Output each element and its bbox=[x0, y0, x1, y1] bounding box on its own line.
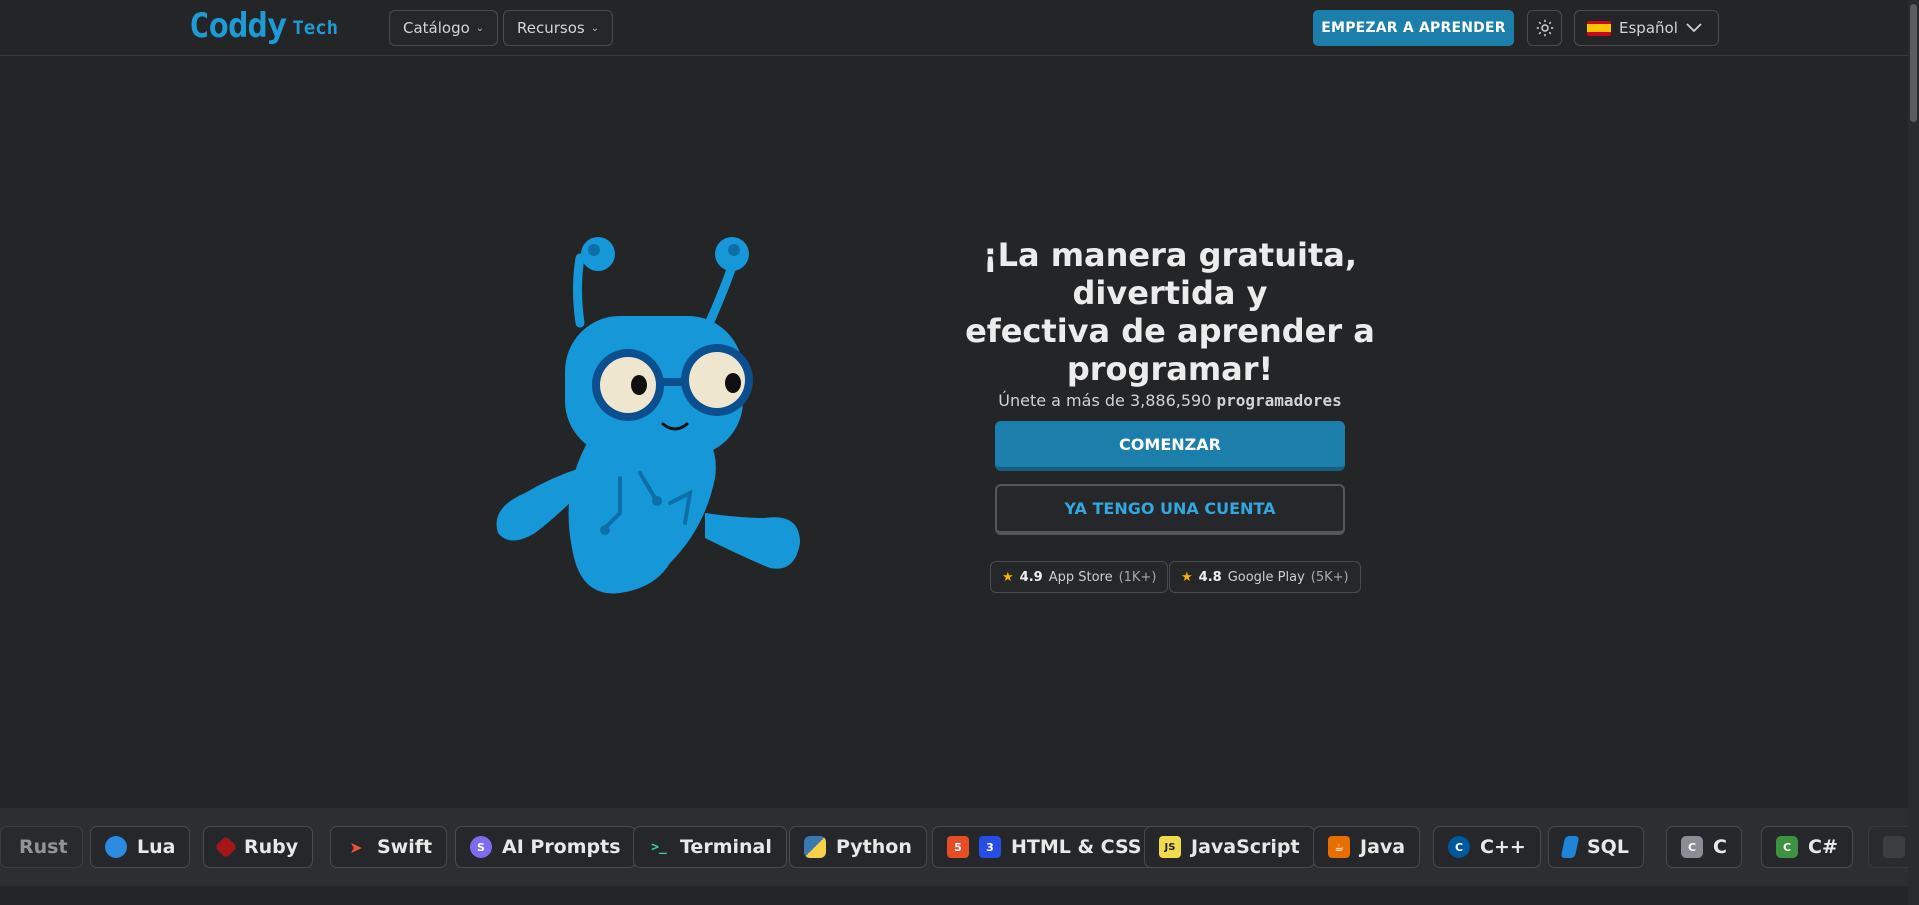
html5-icon: 5 bbox=[947, 836, 969, 858]
spain-flag-icon bbox=[1587, 20, 1611, 36]
page-scrollbar[interactable] bbox=[1908, 0, 1919, 905]
language-chip-terminal[interactable]: >_ Terminal bbox=[633, 826, 787, 868]
logo-sub-text: Tech bbox=[292, 17, 339, 39]
lua-icon bbox=[105, 836, 127, 858]
hero-title: ¡La manera gratuita, divertida y efectiv… bbox=[920, 236, 1420, 388]
language-chip-rust[interactable]: Rust bbox=[0, 826, 83, 868]
hero-title-line: programar! bbox=[1066, 350, 1274, 388]
python-icon bbox=[804, 836, 826, 858]
join-count: 3,886,590 bbox=[1129, 391, 1212, 410]
csharp-icon: C bbox=[1776, 836, 1798, 858]
star-icon: ★ bbox=[1002, 569, 1014, 585]
sql-icon bbox=[1560, 836, 1580, 858]
catalog-dropdown[interactable]: Catálogo ⌄ bbox=[389, 10, 499, 46]
language-chip-csharp[interactable]: C C# bbox=[1761, 826, 1853, 868]
join-counter-text: Únete a más de 3,886,590 programadores bbox=[920, 391, 1420, 410]
language-label: Java bbox=[1360, 836, 1406, 858]
java-icon: ☕ bbox=[1328, 836, 1350, 858]
join-suffix: programadores bbox=[1216, 391, 1342, 410]
language-label: HTML & CSS bbox=[1011, 836, 1142, 858]
javascript-icon: JS bbox=[1159, 836, 1181, 858]
language-chip-python[interactable]: Python bbox=[789, 826, 927, 868]
language-label: Lua bbox=[137, 836, 176, 858]
ai-prompts-icon: S bbox=[470, 836, 492, 858]
language-label: Swift bbox=[377, 836, 433, 858]
swift-icon: ➤ bbox=[349, 837, 363, 857]
language-label: C++ bbox=[1480, 836, 1526, 858]
cpp-icon: C bbox=[1448, 836, 1470, 858]
language-chip-c[interactable]: C C bbox=[1666, 826, 1742, 868]
coddy-logo[interactable]: Coddy Tech bbox=[189, 6, 338, 46]
language-label: SQL bbox=[1587, 836, 1629, 858]
catalog-label: Catálogo bbox=[403, 19, 470, 37]
language-chip-partial[interactable] bbox=[1868, 826, 1908, 868]
language-chip-swift[interactable]: ➤ Swift bbox=[330, 826, 448, 868]
scrollbar-thumb[interactable] bbox=[1910, 4, 1917, 122]
top-navbar: Coddy Tech Catálogo ⌄ Recursos ⌄ EMPEZAR… bbox=[0, 0, 1908, 56]
resources-dropdown[interactable]: Recursos ⌄ bbox=[503, 10, 614, 46]
ruby-icon bbox=[214, 835, 238, 859]
rating-score: 4.9 bbox=[1019, 569, 1043, 585]
mascot-illustration bbox=[496, 237, 800, 594]
language-label: C# bbox=[1808, 836, 1838, 858]
language-label: JavaScript bbox=[1191, 836, 1300, 858]
rating-count: (5K+) bbox=[1310, 569, 1349, 585]
language-carousel: Rust Lua Ruby ➤ Swift S AI Prompts >_ Te… bbox=[0, 808, 1908, 886]
language-chip-html-css[interactable]: 5 3 HTML & CSS bbox=[932, 826, 1157, 868]
hero-title-line: efectiva de aprender a bbox=[965, 312, 1375, 350]
language-label: Ruby bbox=[244, 836, 299, 858]
theme-toggle-button[interactable] bbox=[1527, 10, 1562, 46]
language-label: Rust bbox=[19, 836, 68, 858]
language-chip-java[interactable]: ☕ Java bbox=[1313, 826, 1421, 868]
star-icon: ★ bbox=[1181, 569, 1193, 585]
language-chip-ai-prompts[interactable]: S AI Prompts bbox=[455, 826, 636, 868]
language-chip-javascript[interactable]: JS JavaScript bbox=[1144, 826, 1315, 868]
chevron-down-icon: ⌄ bbox=[475, 22, 485, 34]
language-label: Terminal bbox=[680, 836, 772, 858]
rating-count: (1K+) bbox=[1118, 569, 1157, 585]
css3-icon: 3 bbox=[979, 836, 1001, 858]
chevron-down-icon bbox=[1686, 23, 1702, 33]
language-label: AI Prompts bbox=[502, 836, 621, 858]
logo-main-text: Coddy bbox=[189, 6, 287, 46]
terminal-icon: >_ bbox=[651, 839, 667, 855]
app-store-rating[interactable]: ★ 4.9 App Store (1K+) bbox=[990, 561, 1169, 593]
language-chip-cpp[interactable]: C C++ bbox=[1433, 826, 1541, 868]
join-prefix: Únete a más de bbox=[998, 391, 1125, 410]
resources-label: Recursos bbox=[517, 19, 585, 37]
page-bottom bbox=[0, 886, 1908, 905]
language-label: Español bbox=[1619, 19, 1678, 37]
chevron-down-icon: ⌄ bbox=[590, 22, 600, 34]
language-label: Python bbox=[836, 836, 912, 858]
language-label: C bbox=[1713, 836, 1727, 858]
sun-icon bbox=[1536, 19, 1553, 37]
language-chip-sql[interactable]: SQL bbox=[1548, 826, 1644, 868]
have-account-button[interactable]: YA TENGO UNA CUENTA bbox=[995, 484, 1345, 535]
language-chip-ruby[interactable]: Ruby bbox=[203, 826, 314, 868]
hero-title-line: ¡La manera gratuita, divertida y bbox=[982, 236, 1358, 312]
rating-score: 4.8 bbox=[1198, 569, 1222, 585]
language-chip-lua[interactable]: Lua bbox=[90, 826, 191, 868]
start-button[interactable]: COMENZAR bbox=[995, 421, 1345, 471]
start-learning-button[interactable]: EMPEZAR A APRENDER bbox=[1313, 10, 1514, 46]
rating-store: App Store bbox=[1048, 569, 1113, 585]
google-play-rating[interactable]: ★ 4.8 Google Play (5K+) bbox=[1169, 561, 1361, 593]
c-icon: C bbox=[1681, 836, 1703, 858]
language-selector[interactable]: Español bbox=[1574, 10, 1719, 46]
language-icon bbox=[1883, 836, 1905, 858]
rating-store: Google Play bbox=[1227, 569, 1305, 585]
